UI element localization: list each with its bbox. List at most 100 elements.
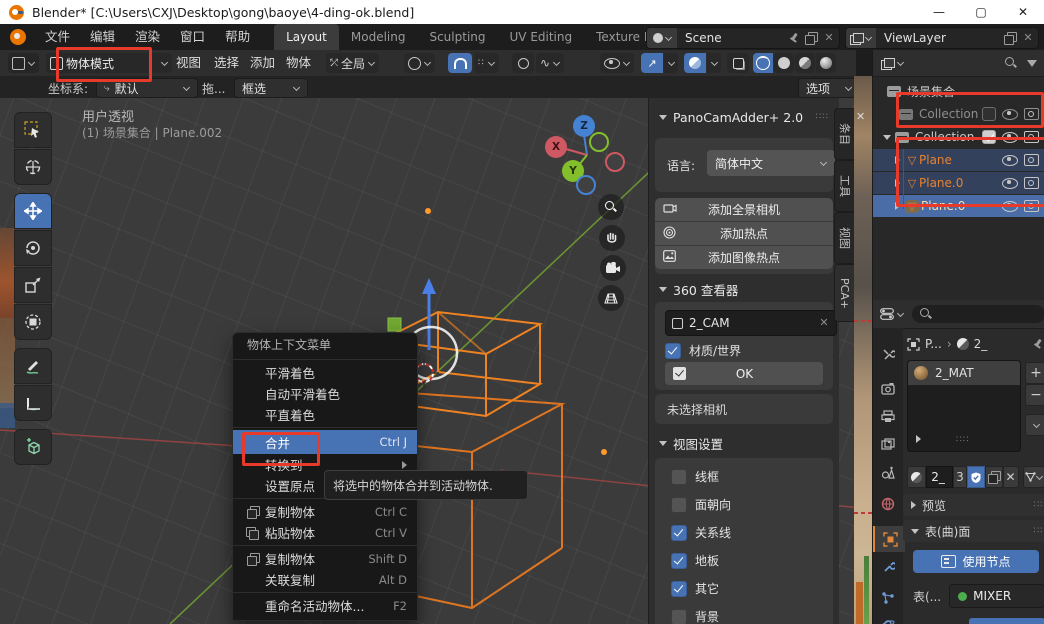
copy-material-button[interactable]: [985, 466, 1003, 488]
menu-window[interactable]: 窗口: [170, 24, 215, 50]
camera-visibility-icon[interactable]: [1024, 108, 1039, 120]
checkbox-row-background[interactable]: 背景: [671, 608, 719, 624]
collection-checkbox[interactable]: [982, 130, 996, 144]
add-pano-camera-button[interactable]: 添加全景相机: [655, 198, 833, 221]
tool-annotate[interactable]: [14, 348, 52, 384]
panel-header-panocamadder[interactable]: PanoCamAdder+ 2.0: [659, 110, 803, 125]
shading-wireframe-button[interactable]: [753, 53, 773, 73]
camera-visibility-icon[interactable]: [1024, 200, 1039, 212]
add-slot-button[interactable]: +: [1025, 362, 1044, 384]
axis-x-neg-ball[interactable]: [605, 152, 625, 172]
row-collection[interactable]: Collection: [873, 126, 1044, 148]
ortho-toggle-button[interactable]: [598, 285, 624, 311]
tab-viewlayer[interactable]: [880, 436, 896, 452]
pan-button[interactable]: [599, 225, 625, 251]
tool-scale[interactable]: [14, 267, 52, 303]
menu-file[interactable]: 文件: [35, 24, 80, 50]
tab-scene[interactable]: [880, 464, 896, 480]
expand-caret-icon[interactable]: [883, 135, 891, 140]
row-collection-excluded[interactable]: Collection: [873, 103, 1044, 125]
gizmos-dropdown[interactable]: [664, 53, 678, 73]
material-slot-row[interactable]: 2_MAT: [908, 361, 1020, 385]
tab-object[interactable]: [873, 526, 905, 552]
tab-modifiers[interactable]: [880, 558, 896, 574]
mode-selector[interactable]: 物体模式: [46, 53, 172, 73]
tool-select-box[interactable]: [14, 112, 52, 148]
ok-button[interactable]: OK: [665, 362, 823, 385]
scene-selector[interactable]: Scene ✕: [646, 27, 840, 49]
menu-item-join[interactable]: 合并Ctrl J: [233, 430, 417, 454]
row-plane[interactable]: ▽ Plane: [873, 149, 1044, 171]
menu-item-rename-active[interactable]: 重命名活动物体...F2: [233, 595, 417, 616]
maximize-button[interactable]: ▢: [960, 0, 1002, 24]
menu-select[interactable]: 选择: [214, 50, 239, 76]
unlink-scene-icon[interactable]: ✕: [823, 32, 835, 44]
browse-material-button[interactable]: [907, 466, 926, 488]
preview-section-header[interactable]: 预览 ∷∷: [903, 494, 1044, 516]
checkbox-row-floor[interactable]: 地板: [671, 552, 719, 569]
viewer-section-header[interactable]: 360 查看器: [659, 280, 738, 299]
pivot-point-dropdown[interactable]: [404, 53, 435, 73]
expand-caret-icon[interactable]: [895, 179, 900, 187]
new-scene-icon[interactable]: [805, 32, 817, 44]
view-settings-header[interactable]: 视图设置: [659, 434, 723, 453]
tool-cursor[interactable]: [14, 149, 52, 185]
tool-move[interactable]: [14, 193, 52, 229]
camera-visibility-icon[interactable]: [1024, 131, 1039, 143]
viewlayer-browse-button[interactable]: [846, 28, 876, 48]
shading-rendered-button[interactable]: [816, 53, 836, 73]
remove-viewlayer-icon[interactable]: ✕: [1022, 32, 1034, 44]
pin-icon[interactable]: [789, 33, 799, 43]
breadcrumb-material-label[interactable]: 2_: [974, 337, 988, 351]
menu-edit[interactable]: 编辑: [80, 24, 125, 50]
navigation-gizmo[interactable]: Z X Y: [545, 115, 629, 197]
sidebar-tab-pca[interactable]: PCA+: [834, 264, 855, 322]
breadcrumb-object-label[interactable]: P...: [925, 337, 942, 351]
shading-material-button[interactable]: [795, 53, 815, 73]
checkbox-row-other[interactable]: 其它: [671, 580, 719, 597]
menu-item-duplicate-linked[interactable]: 关联复制Alt D: [233, 569, 417, 590]
expand-caret-icon[interactable]: [895, 156, 900, 164]
properties-search-input[interactable]: [912, 305, 1044, 323]
viewlayer-selector[interactable]: ViewLayer ✕: [845, 27, 1039, 49]
eye-icon[interactable]: [1002, 155, 1018, 166]
workspace-tab-sculpting[interactable]: Sculpting: [417, 24, 497, 50]
eye-icon[interactable]: [1002, 109, 1018, 120]
camera-visibility-icon[interactable]: [1024, 177, 1039, 189]
axis-z-neg-ball[interactable]: [576, 175, 596, 195]
shader-dropdown[interactable]: MIXER: [949, 584, 1044, 608]
snap-settings-dropdown[interactable]: ∷: [474, 53, 499, 73]
panel-grip[interactable]: ∷∷: [816, 112, 829, 122]
tab-particles[interactable]: [880, 590, 896, 606]
expand-caret-icon[interactable]: [895, 202, 900, 210]
menu-add[interactable]: 添加: [250, 50, 275, 76]
workspace-tab-uvediting[interactable]: UV Editing: [498, 24, 585, 50]
remove-slot-button[interactable]: −: [1025, 384, 1044, 406]
checkbox-icon[interactable]: [671, 553, 687, 569]
collection-checkbox[interactable]: [982, 107, 996, 121]
options-dropdown[interactable]: 选项: [798, 78, 860, 98]
transform-orientation-dropdown[interactable]: ⤱ 全局: [326, 53, 379, 73]
sidebar-tab-tool[interactable]: 工具: [834, 160, 855, 212]
eye-icon[interactable]: [1002, 178, 1018, 189]
menu-item-shade-smooth[interactable]: 平滑着色: [233, 362, 417, 383]
camera-visibility-icon[interactable]: [1024, 154, 1039, 166]
tool-measure[interactable]: [14, 385, 52, 421]
menu-item-duplicate-objects[interactable]: 复制物体Shift D: [233, 548, 417, 569]
shading-solid-button[interactable]: [774, 53, 794, 73]
snap-toggle[interactable]: [448, 53, 472, 73]
tab-physics[interactable]: [880, 616, 896, 624]
use-nodes-button[interactable]: 使用节点: [913, 550, 1039, 573]
fake-user-shield-button[interactable]: [967, 466, 985, 488]
checkbox-icon[interactable]: [665, 343, 681, 359]
slot-list-grip[interactable]: ∷∷: [956, 435, 969, 445]
new-viewlayer-icon[interactable]: [1004, 32, 1016, 44]
tab-world[interactable]: [880, 496, 896, 512]
overlays-toggle[interactable]: [684, 53, 706, 73]
row-plane-001[interactable]: ▽ Plane.0: [873, 172, 1044, 194]
checkbox-icon[interactable]: [671, 497, 687, 513]
viewlayer-name[interactable]: ViewLayer: [876, 31, 1004, 45]
scene-browse-button[interactable]: [647, 28, 677, 48]
menu-item-copy-objects[interactable]: 复制物体Ctrl C: [233, 501, 417, 522]
select-mode-dropdown[interactable]: 框选: [234, 78, 308, 98]
